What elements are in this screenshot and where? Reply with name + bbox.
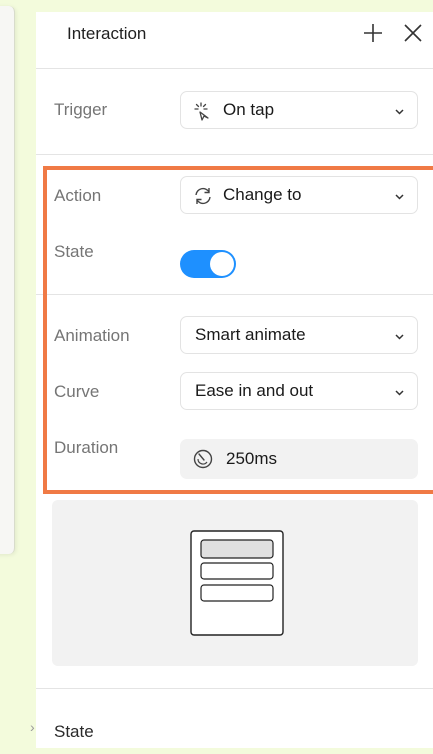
add-icon[interactable] [362, 22, 384, 44]
action-value: Change to [223, 185, 302, 204]
curve-label: Curve [54, 382, 100, 401]
animation-value: Smart animate [195, 325, 306, 344]
animation-preview [52, 500, 418, 666]
tap-icon [194, 102, 209, 121]
chevron-down-icon [395, 109, 404, 115]
panel-title: Interaction [67, 24, 147, 43]
duration-input[interactable]: 250ms [180, 439, 418, 479]
timer-icon [193, 449, 213, 469]
state-label: State [54, 242, 94, 261]
state-toggle[interactable] [180, 250, 236, 278]
curve-value: Ease in and out [195, 381, 314, 400]
chevron-down-icon [395, 194, 404, 200]
left-panel-edge [0, 6, 15, 554]
close-icon[interactable] [402, 22, 424, 44]
duration-label: Duration [54, 438, 119, 457]
toggle-knob [210, 252, 234, 276]
state-section-label: State [54, 722, 94, 741]
duration-value: 250ms [226, 449, 278, 468]
chevron-right-icon: › [30, 719, 35, 735]
animation-select[interactable]: Smart animate [180, 316, 418, 354]
action-label: Action [54, 186, 102, 205]
chevron-down-icon [395, 390, 404, 396]
trigger-label: Trigger [54, 100, 108, 119]
curve-select[interactable]: Ease in and out [180, 372, 418, 410]
trigger-value: On tap [223, 100, 275, 119]
animation-label: Animation [54, 326, 130, 345]
phone-frame-icon [190, 530, 284, 636]
trigger-select[interactable]: On tap [180, 91, 418, 129]
action-select[interactable]: Change to [180, 176, 418, 214]
state-section-toggle[interactable]: › State [30, 688, 433, 749]
chevron-down-icon [395, 334, 404, 340]
panel-header: Interaction [36, 12, 433, 69]
section-divider [36, 154, 433, 155]
interaction-panel: Interaction Trigger On tap Action Change… [30, 12, 433, 749]
refresh-icon [195, 187, 211, 205]
section-divider [36, 294, 433, 295]
